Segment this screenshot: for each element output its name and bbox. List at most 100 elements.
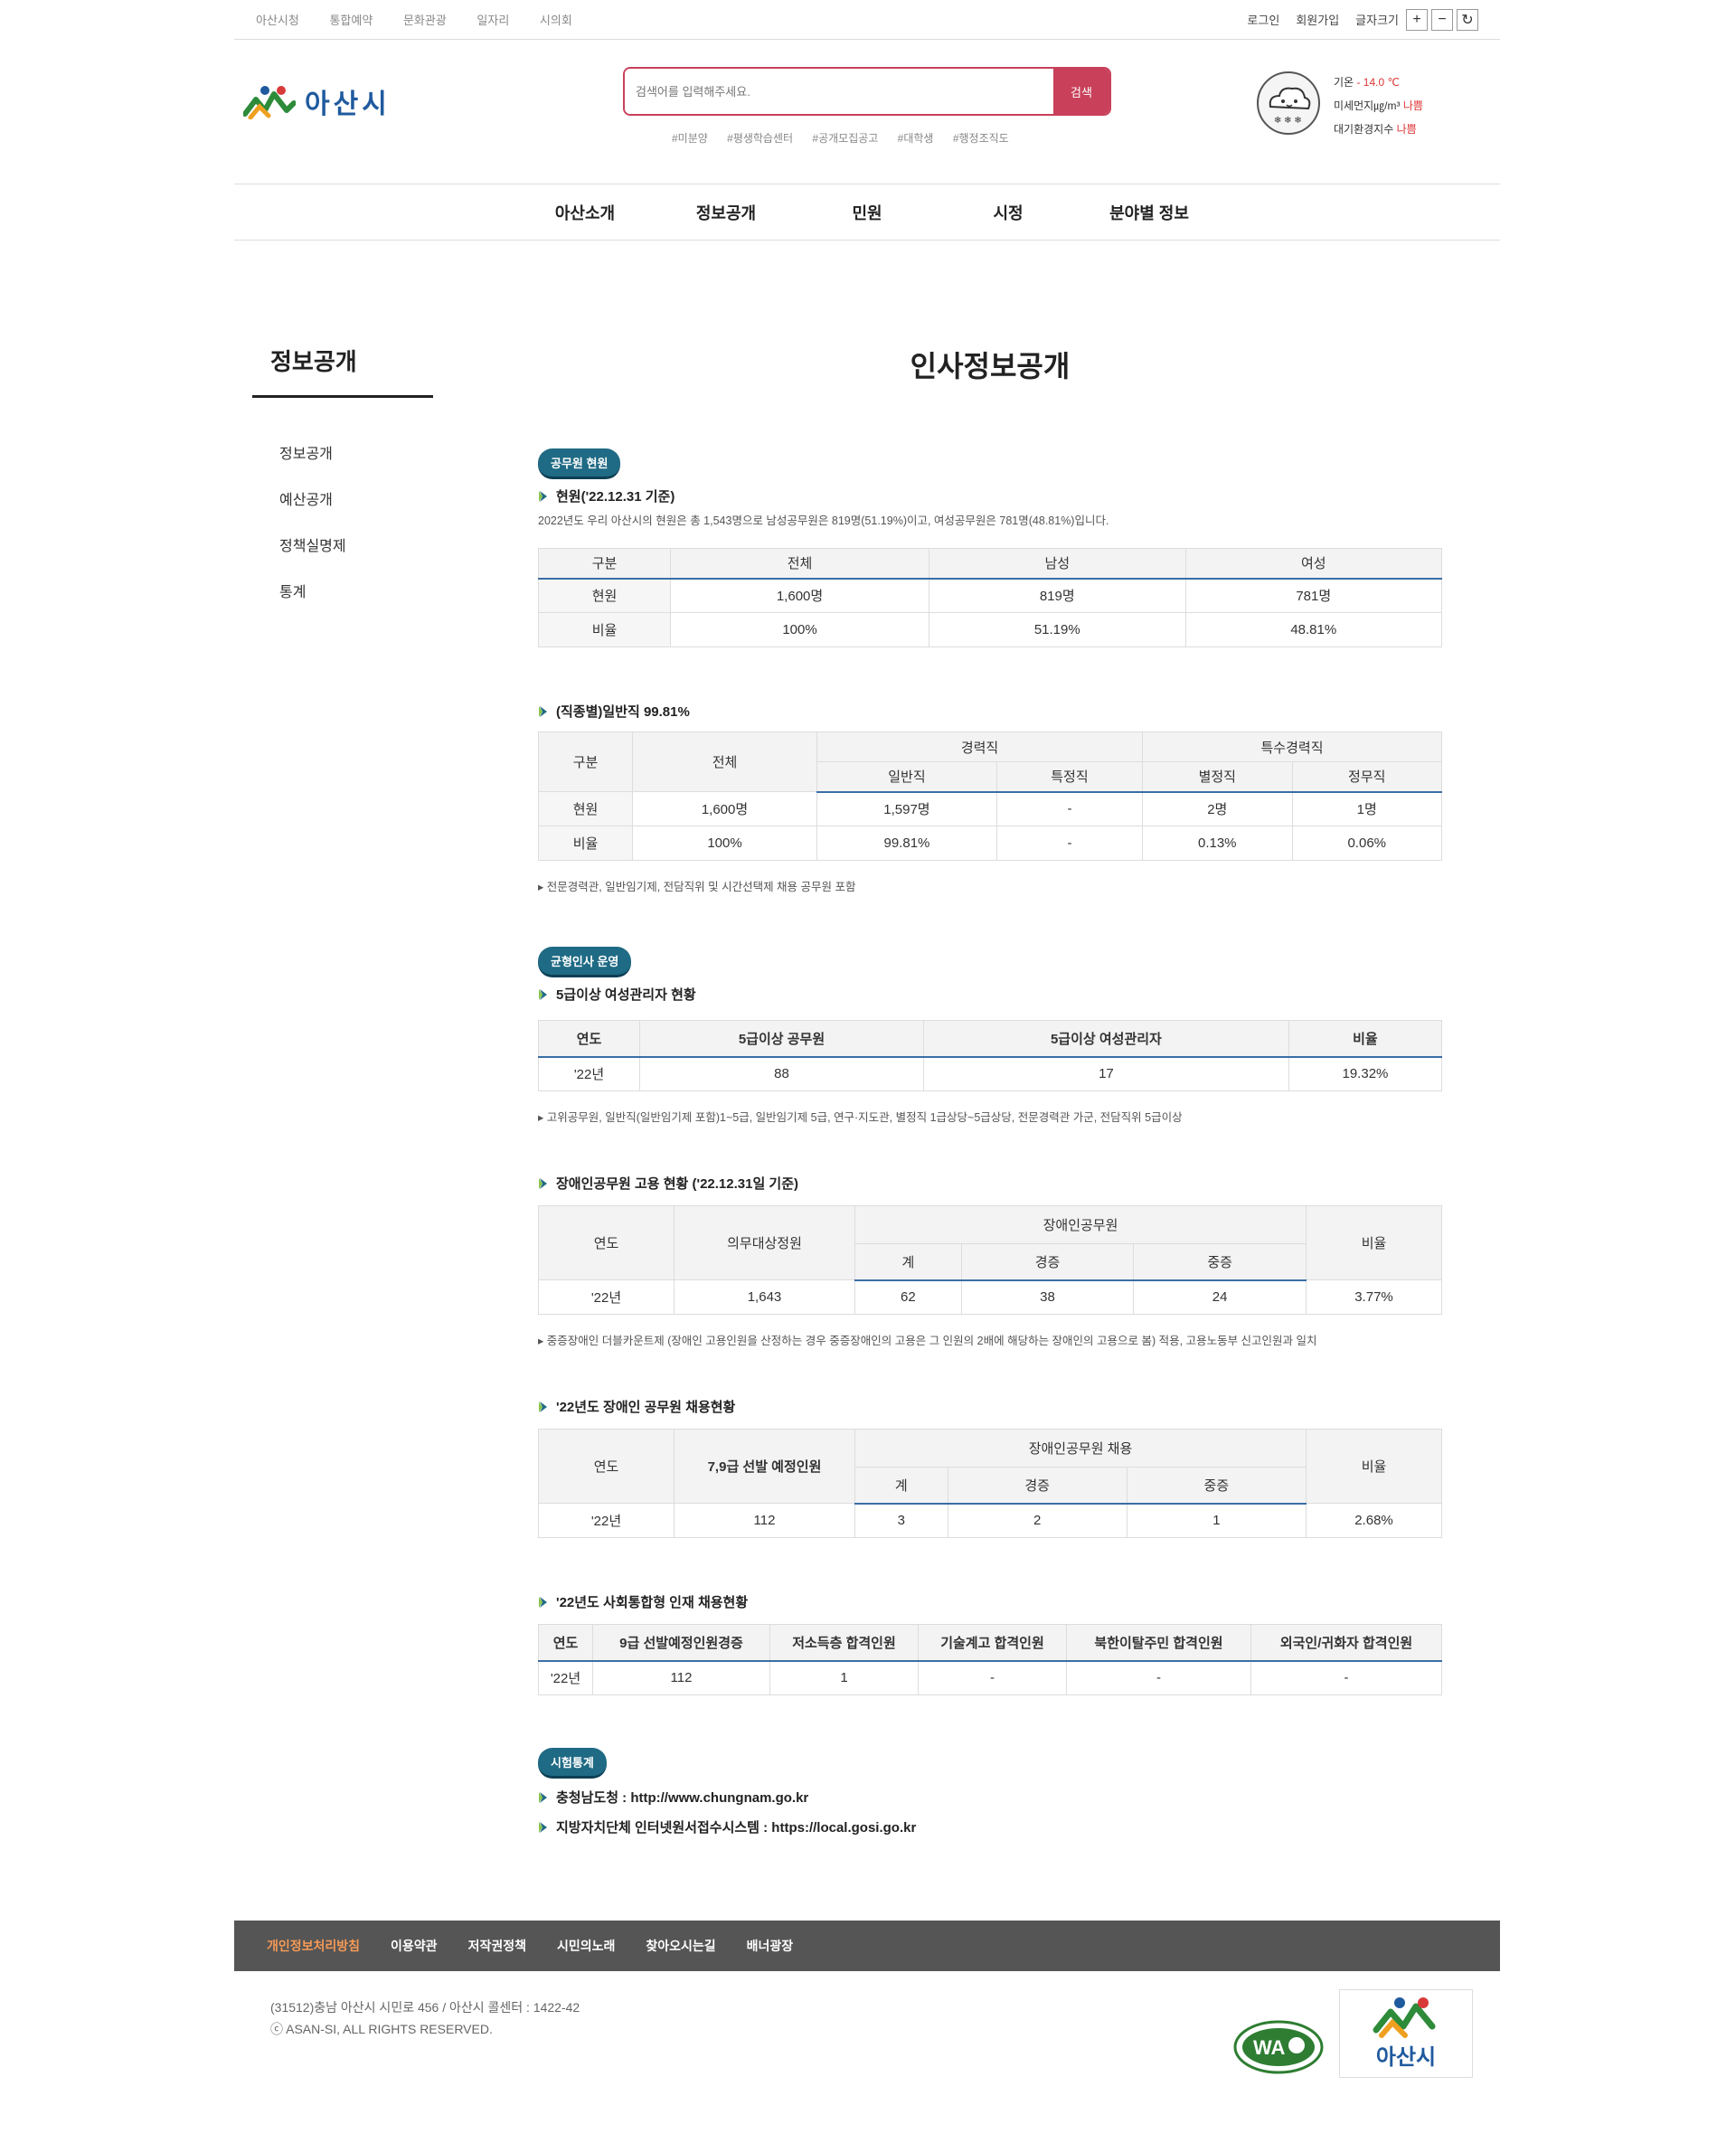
- disabled-hiring-table: 연도 7,9급 선발 예정인원 장애인공무원 채용 비율 계 경증 중증 '22…: [538, 1429, 1442, 1538]
- weather-widget: ❄ ❄ ❄ 기온 - 14.0 ℃ 미세먼지㎍/m³ 나쁨 대기환경지수 나쁨: [1256, 71, 1423, 141]
- search-box: 검색: [623, 67, 1111, 116]
- subsection-title: (직종별)일반직 99.81%: [538, 702, 1442, 721]
- login-link[interactable]: 로그인: [1247, 11, 1279, 28]
- side-item-policy[interactable]: 정책실명제: [252, 533, 433, 580]
- subsection-title: '22년도 사회통합형 인재 채용현황: [538, 1592, 1442, 1611]
- footer-link-terms[interactable]: 이용약관: [391, 1937, 438, 1955]
- util-link-jobs[interactable]: 일자리: [476, 14, 509, 27]
- footer-link-directions[interactable]: 찾아오시는길: [646, 1937, 715, 1955]
- util-link-culture[interactable]: 문화관광: [403, 14, 447, 27]
- tag-link[interactable]: #행정조직도: [953, 132, 1009, 145]
- table-row: '22년 1,643 62 38 24 3.77%: [538, 1279, 1442, 1315]
- join-link[interactable]: 회원가입: [1296, 11, 1339, 28]
- arrow-icon: [539, 705, 547, 717]
- svg-text:❄ ❄ ❄: ❄ ❄ ❄: [1274, 116, 1302, 126]
- footer-logo-text: 아산시: [1376, 2044, 1436, 2070]
- util-link-reservation[interactable]: 통합예약: [329, 14, 373, 27]
- air-label: 대기환경지수: [1334, 123, 1394, 136]
- footer-link-privacy[interactable]: 개인정보처리방침: [267, 1937, 360, 1955]
- util-link-cityhall[interactable]: 아산시청: [256, 14, 299, 27]
- tag-link[interactable]: #미분양: [672, 132, 708, 145]
- table-row: 현원 1,600명 1,597명 - 2명 1명: [538, 791, 1442, 826]
- logo-text: 아산시: [305, 90, 391, 119]
- social-integration-table: 연도 9급 선발예정인원경증 저소득층 합격인원 기술계고 합격인원 북한이탈주…: [538, 1624, 1442, 1695]
- external-link[interactable]: 충청남도청 : http://www.chungnam.go.kr: [538, 1788, 1442, 1807]
- asan-logo-icon: 아산시: [1373, 1997, 1436, 2070]
- tag-link[interactable]: #공개모집공고: [812, 132, 878, 145]
- main-nav: 아산소개 정보공개 민원 시정 분야별 정보: [234, 184, 1500, 241]
- util-link-council[interactable]: 시의회: [540, 14, 572, 27]
- utility-bar: 아산시청 통합예약 문화관광 일자리 시의회 로그인 회원가입 글자크기 + −…: [234, 0, 1500, 40]
- footer-address: (31512)충남 아산시 시민로 456 / 아산시 콜센터 : 1422-4…: [270, 2000, 580, 2015]
- font-minus-button[interactable]: −: [1431, 8, 1453, 31]
- section-badge: 균형인사 운영: [538, 947, 632, 977]
- subsection-title: 장애인공무원 고용 현황 ('22.12.31일 기준): [538, 1174, 1442, 1193]
- temp-value: - 14.0 ℃: [1356, 76, 1400, 89]
- site-logo[interactable]: 아산시: [243, 81, 391, 121]
- dust-value: 나쁨: [1402, 99, 1423, 112]
- search-input[interactable]: [625, 69, 1053, 114]
- arrow-icon: [539, 490, 547, 502]
- page: 아산시청 통합예약 문화관광 일자리 시의회 로그인 회원가입 글자크기 + −…: [234, 0, 1500, 2078]
- footer-link-copyright[interactable]: 저작권정책: [468, 1937, 526, 1955]
- table-note: ▸ 전문경력관, 일반임기제, 전담직위 및 시간선택제 채용 공무원 포함: [538, 881, 856, 893]
- wa-text: WA: [1253, 2036, 1286, 2059]
- side-item-info[interactable]: 정보공개: [252, 441, 433, 487]
- nav-item-about[interactable]: 아산소개: [514, 201, 656, 224]
- table-header: 전체: [669, 548, 930, 580]
- table-row: 비율 100% 51.19% 48.81%: [538, 612, 1442, 647]
- subsection-title: 현원('22.12.31 기준): [538, 486, 1442, 505]
- page-title: 인사정보공개: [910, 350, 1071, 382]
- subsection-title: '22년도 장애인 공무원 채용현황: [538, 1397, 1442, 1416]
- side-item-stats[interactable]: 통계: [252, 580, 433, 626]
- side-menu-title: 정보공개: [252, 344, 433, 398]
- tag-link[interactable]: #대학생: [898, 132, 934, 145]
- utility-links: 아산시청 통합예약 문화관광 일자리 시의회: [256, 11, 599, 28]
- table-row: 비율 100% 99.81% - 0.13% 0.06%: [538, 826, 1442, 861]
- arrow-icon: [539, 1821, 547, 1833]
- side-menu: 정보공개 정보공개 예산공개 정책실명제 통계: [252, 344, 433, 626]
- snow-cloud-icon: ❄ ❄ ❄: [1257, 71, 1320, 135]
- staff-table: 구분 전체 남성 여성 현원 1,600명 819명 781명 비율 100% …: [538, 548, 1442, 647]
- search-button[interactable]: 검색: [1053, 69, 1109, 114]
- asan-logo-icon: [243, 86, 296, 119]
- table-note: ▸ 고위공무원, 일반직(일반임기제 포함)1~5급, 일반임기제 5급, 연구…: [538, 1111, 1183, 1124]
- external-link[interactable]: 지방자치단체 인터넷원서접수시스템 : https://local.gosi.g…: [538, 1817, 1442, 1836]
- weather-info: 기온 - 14.0 ℃ 미세먼지㎍/m³ 나쁨 대기환경지수 나쁨: [1334, 71, 1423, 141]
- tag-link[interactable]: #평생학습센터: [727, 132, 793, 145]
- table-header: 여성: [1184, 548, 1442, 580]
- table-header: 구분: [538, 548, 671, 580]
- subsection-title: 5급이상 여성관리자 현황: [538, 985, 1442, 1004]
- job-type-table: 구분 전체 경력직 특수경력직 일반직 특정직 별정직 정무직 현원 1,600…: [538, 731, 1442, 861]
- nav-item-civil[interactable]: 민원: [797, 201, 938, 224]
- footer-logo[interactable]: 아산시: [1339, 1989, 1473, 2078]
- footer-menu: 개인정보처리방침 이용약관 저작권정책 시민의노래 찾아오시는길 배너광장: [234, 1921, 1500, 1971]
- footer-copyright: ⓒ ASAN-SI, ALL RIGHTS RESERVED.: [270, 2022, 493, 2036]
- table-row: '22년 112 1 - - -: [538, 1660, 1442, 1695]
- side-item-budget[interactable]: 예산공개: [252, 487, 433, 533]
- disabled-employment-table: 연도 의무대상정원 장애인공무원 비율 계 경증 중증 '22년 1,643 6…: [538, 1205, 1442, 1315]
- web-accessibility-mark: WA: [1233, 2018, 1324, 2080]
- dust-label: 미세먼지㎍/m³: [1334, 99, 1401, 112]
- font-reset-button[interactable]: ↻: [1457, 8, 1478, 31]
- footer-link-song[interactable]: 시민의노래: [557, 1937, 615, 1955]
- table-row: '22년 112 3 2 1 2.68%: [538, 1503, 1442, 1538]
- font-size-label: 글자크기: [1355, 14, 1399, 27]
- table-row: '22년 88 17 19.32%: [538, 1056, 1443, 1091]
- utility-right: 로그인 회원가입 글자크기 + − ↻: [1231, 8, 1478, 31]
- header: 아산시 검색 #미분양 #평생학습센터 #공개모집공고 #대학생 #행정조직도 …: [234, 40, 1500, 184]
- footer-link-banner[interactable]: 배너광장: [747, 1937, 794, 1955]
- font-plus-button[interactable]: +: [1406, 8, 1428, 31]
- arrow-icon: [539, 1791, 547, 1803]
- section-badge: 시험통계: [538, 1748, 607, 1779]
- footer-info: (31512)충남 아산시 시민로 456 / 아산시 콜센터 : 1422-4…: [270, 1996, 580, 2040]
- section-description: 2022년도 우리 아산시의 현원은 총 1,543명으로 남성공무원은 819…: [538, 514, 1109, 527]
- arrow-icon: [539, 1596, 547, 1608]
- arrow-icon: [539, 1401, 547, 1412]
- air-value: 나쁨: [1396, 123, 1417, 136]
- table-note: ▸ 중증장애인 더블카운트제 (장애인 고용인원을 산정하는 경우 중증장애인의…: [538, 1335, 1317, 1347]
- nav-item-admin[interactable]: 시정: [938, 201, 1079, 224]
- nav-item-fields[interactable]: 분야별 정보: [1079, 201, 1220, 224]
- table-header: 남성: [929, 548, 1186, 580]
- nav-item-info[interactable]: 정보공개: [656, 201, 797, 224]
